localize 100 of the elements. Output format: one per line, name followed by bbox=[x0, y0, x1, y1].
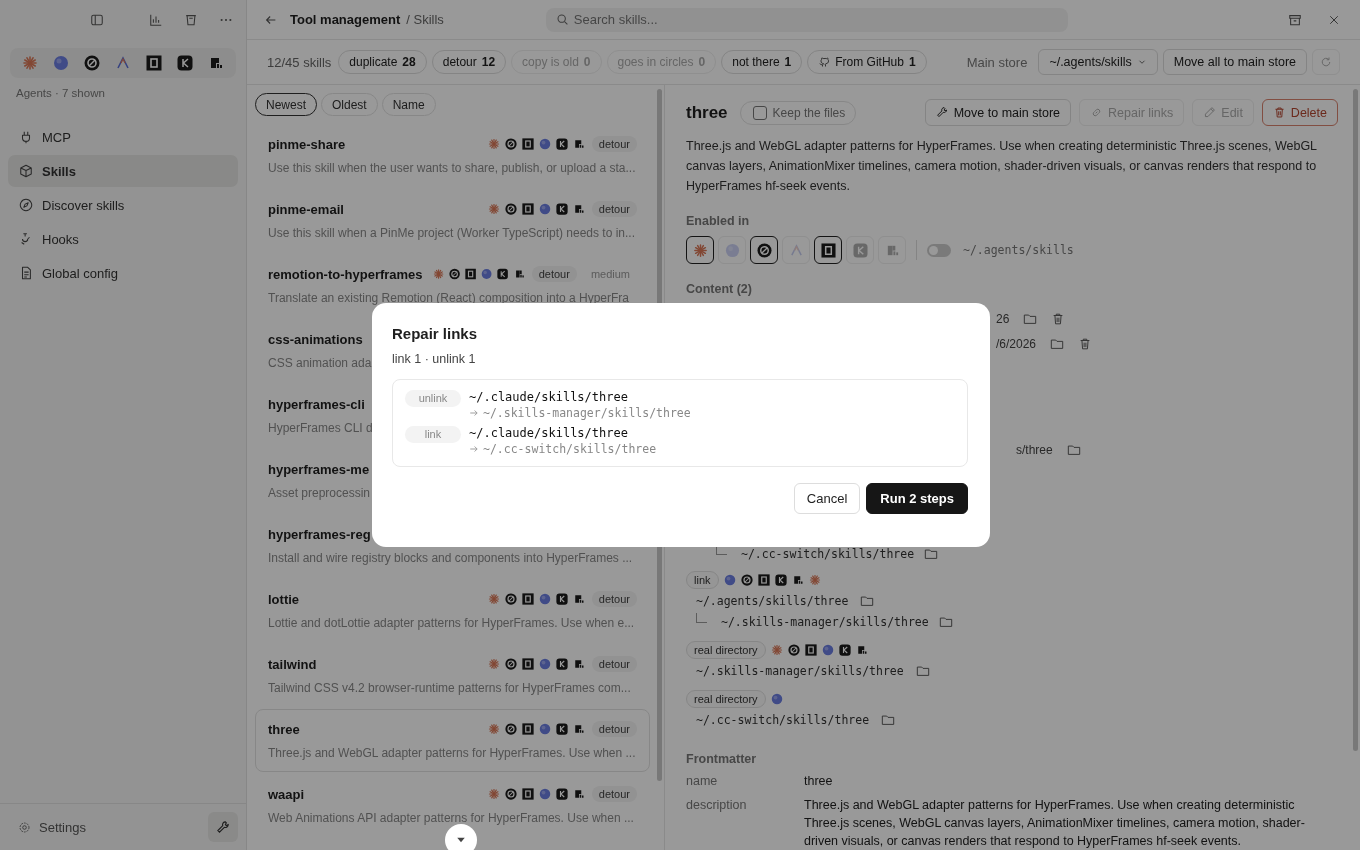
target-path: ~/.skills-manager/skills/three bbox=[483, 406, 691, 420]
bucket-icon[interactable] bbox=[184, 13, 198, 27]
scrollbar[interactable] bbox=[1353, 89, 1358, 751]
blob-icon bbox=[538, 138, 551, 150]
square-icon bbox=[804, 644, 817, 656]
toggle-switch[interactable] bbox=[927, 243, 951, 257]
nav-item[interactable]: MCP bbox=[8, 121, 238, 153]
folder-icon[interactable] bbox=[860, 593, 875, 608]
pixel-icon bbox=[208, 55, 225, 71]
field-key: description bbox=[686, 796, 804, 850]
asterisk-icon bbox=[21, 55, 38, 71]
agent-toggle[interactable] bbox=[814, 236, 842, 264]
nav-item[interactable]: Hooks bbox=[8, 223, 238, 255]
skill-item[interactable]: three detour Three.js and WebGL adapter patterns for HyperFrames. Use when ... bbox=[255, 709, 650, 772]
blob-icon bbox=[538, 788, 551, 800]
store-select[interactable]: ~/.agents/skills bbox=[1038, 49, 1158, 75]
sort-tab[interactable]: Name bbox=[381, 93, 436, 116]
asterisk-icon bbox=[487, 138, 500, 150]
folder-icon[interactable] bbox=[924, 547, 939, 561]
link-type-badge: link bbox=[686, 571, 719, 589]
blob-icon bbox=[770, 693, 783, 705]
square-icon bbox=[521, 138, 534, 150]
document-icon bbox=[19, 266, 33, 280]
agent-toggle[interactable] bbox=[686, 236, 714, 264]
square-icon bbox=[521, 658, 534, 670]
checkbox[interactable] bbox=[752, 105, 767, 120]
action-button[interactable]: Delete bbox=[1261, 99, 1338, 126]
folder-icon[interactable] bbox=[1050, 336, 1065, 351]
skill-item[interactable]: pinme-email detour Use this skill when a PinMe project (Worker TypeScript) needs to in... bbox=[255, 189, 650, 252]
folder-icon[interactable] bbox=[1023, 311, 1038, 326]
skill-tag: detour bbox=[591, 136, 637, 152]
blob-icon bbox=[538, 723, 551, 735]
tile-icon bbox=[555, 723, 568, 735]
entry-text: 26 bbox=[996, 311, 1010, 326]
section-heading: Enabled in bbox=[686, 214, 751, 228]
agent-toggle[interactable] bbox=[750, 236, 778, 264]
chart-icon[interactable] bbox=[149, 13, 163, 27]
run-button[interactable]: Run 2 steps bbox=[866, 483, 968, 514]
skill-tag: detour bbox=[591, 201, 637, 217]
action-button[interactable]: Move to main store bbox=[924, 99, 1071, 126]
filter-chip[interactable]: detour 12 bbox=[431, 50, 507, 74]
skill-item[interactable]: pinme-share detour Use this skill when the user wants to share, publish, or upload a sta... bbox=[255, 124, 650, 187]
filter-chip[interactable]: From GitHub 1 bbox=[807, 50, 927, 74]
filter-chip[interactable]: duplicate 28 bbox=[338, 50, 427, 74]
github-icon bbox=[818, 56, 831, 68]
archive-icon[interactable] bbox=[1288, 12, 1302, 27]
skill-name: lottie bbox=[268, 591, 300, 607]
link-type-badge: real directory bbox=[686, 690, 766, 708]
square-icon bbox=[521, 203, 534, 215]
arrow-icon bbox=[469, 408, 479, 418]
blob-icon bbox=[481, 268, 493, 280]
cancel-button[interactable]: Cancel bbox=[793, 483, 861, 514]
skill-description: Translate an existing Remotion (React) composition into a HyperFra bbox=[268, 291, 630, 305]
nav-item[interactable]: Global config bbox=[8, 257, 238, 289]
search-field[interactable]: Search skills... bbox=[545, 7, 1068, 32]
nav-item[interactable]: Discover skills bbox=[8, 189, 238, 221]
sidebar-toggle-icon[interactable] bbox=[90, 13, 104, 27]
skill-description: Three.js and WebGL adapter patterns for HyperFrames. Use when creating deterministic Three.js scenes, WebGL canvas layers, AnimationMixer timelines, camera motion, shader-driven visuals, or canvas renders that respond to HyperFrames hf-seek events. bbox=[686, 138, 1318, 195]
tile-icon bbox=[838, 644, 851, 656]
nav-label: Discover skills bbox=[42, 197, 125, 213]
close-icon[interactable] bbox=[1328, 13, 1340, 26]
skill-description: HyperFrames CLI d bbox=[268, 421, 373, 435]
skill-tag: medium bbox=[583, 266, 638, 282]
folder-icon[interactable] bbox=[938, 614, 953, 629]
skill-description: Use this skill when a PinMe project (Worker TypeScript) needs to in... bbox=[268, 226, 636, 240]
nav-label: Hooks bbox=[42, 231, 79, 247]
skill-name: tailwind bbox=[268, 656, 317, 672]
square-icon bbox=[521, 788, 534, 800]
pixel-icon bbox=[572, 723, 585, 735]
skill-item[interactable]: remotion-to-hyperframes detour medium Translate an existing Remotion (React) composition into a HyperFra bbox=[255, 254, 650, 317]
skill-description: Three.js and WebGL adapter patterns for HyperFrames. Use when ... bbox=[268, 746, 636, 760]
settings-link[interactable]: Settings bbox=[18, 819, 208, 835]
entry-text: s/three bbox=[1016, 442, 1053, 457]
blob-icon bbox=[52, 55, 69, 71]
field-value: Three.js and WebGL adapter patterns for HyperFrames. Use when creating deterministic Three.js scenes, WebGL canvas layers, AnimationMixer timelines, camera motion, shader-driven visuals, or canvas renders that respond to HyperFrames hf-seek events. bbox=[804, 797, 1306, 850]
tools-button[interactable] bbox=[208, 812, 238, 842]
scroll-down-button[interactable] bbox=[445, 824, 477, 850]
arrow-icon bbox=[469, 444, 479, 454]
asterisk-icon bbox=[487, 593, 500, 605]
pixel-icon bbox=[791, 574, 804, 586]
sort-tab[interactable]: Oldest bbox=[321, 93, 378, 116]
blob-icon bbox=[538, 203, 551, 215]
skill-item[interactable]: tailwind detour Tailwind CSS v4.2 browser-runtime patterns for HyperFrames com... bbox=[255, 644, 650, 707]
skill-item[interactable]: waapi detour Web Animations API adapter patterns for HyperFrames. Use when ... bbox=[255, 774, 650, 837]
move-all-button[interactable]: Move all to main store bbox=[1162, 49, 1307, 75]
ring-icon bbox=[504, 138, 517, 150]
asterisk-icon bbox=[770, 644, 783, 656]
tile-icon bbox=[177, 55, 194, 71]
ring-icon bbox=[740, 574, 753, 586]
folder-icon[interactable] bbox=[915, 663, 930, 678]
sort-tab[interactable]: Newest bbox=[255, 93, 317, 116]
skill-tag: detour bbox=[591, 656, 637, 672]
path-text: ~/.cc-switch/skills/three bbox=[741, 547, 915, 561]
nav-item[interactable]: Skills bbox=[8, 155, 238, 187]
folder-icon[interactable] bbox=[881, 712, 896, 727]
skill-item[interactable]: lottie detour Lottie and dotLottie adapter patterns for HyperFrames. Use when e... bbox=[255, 579, 650, 642]
pixel-icon bbox=[572, 593, 585, 605]
filter-chip[interactable]: not there 1 bbox=[721, 50, 803, 74]
folder-icon[interactable] bbox=[1066, 442, 1081, 457]
skill-description: Web Animations API adapter patterns for HyperFrames. Use when ... bbox=[268, 811, 634, 825]
